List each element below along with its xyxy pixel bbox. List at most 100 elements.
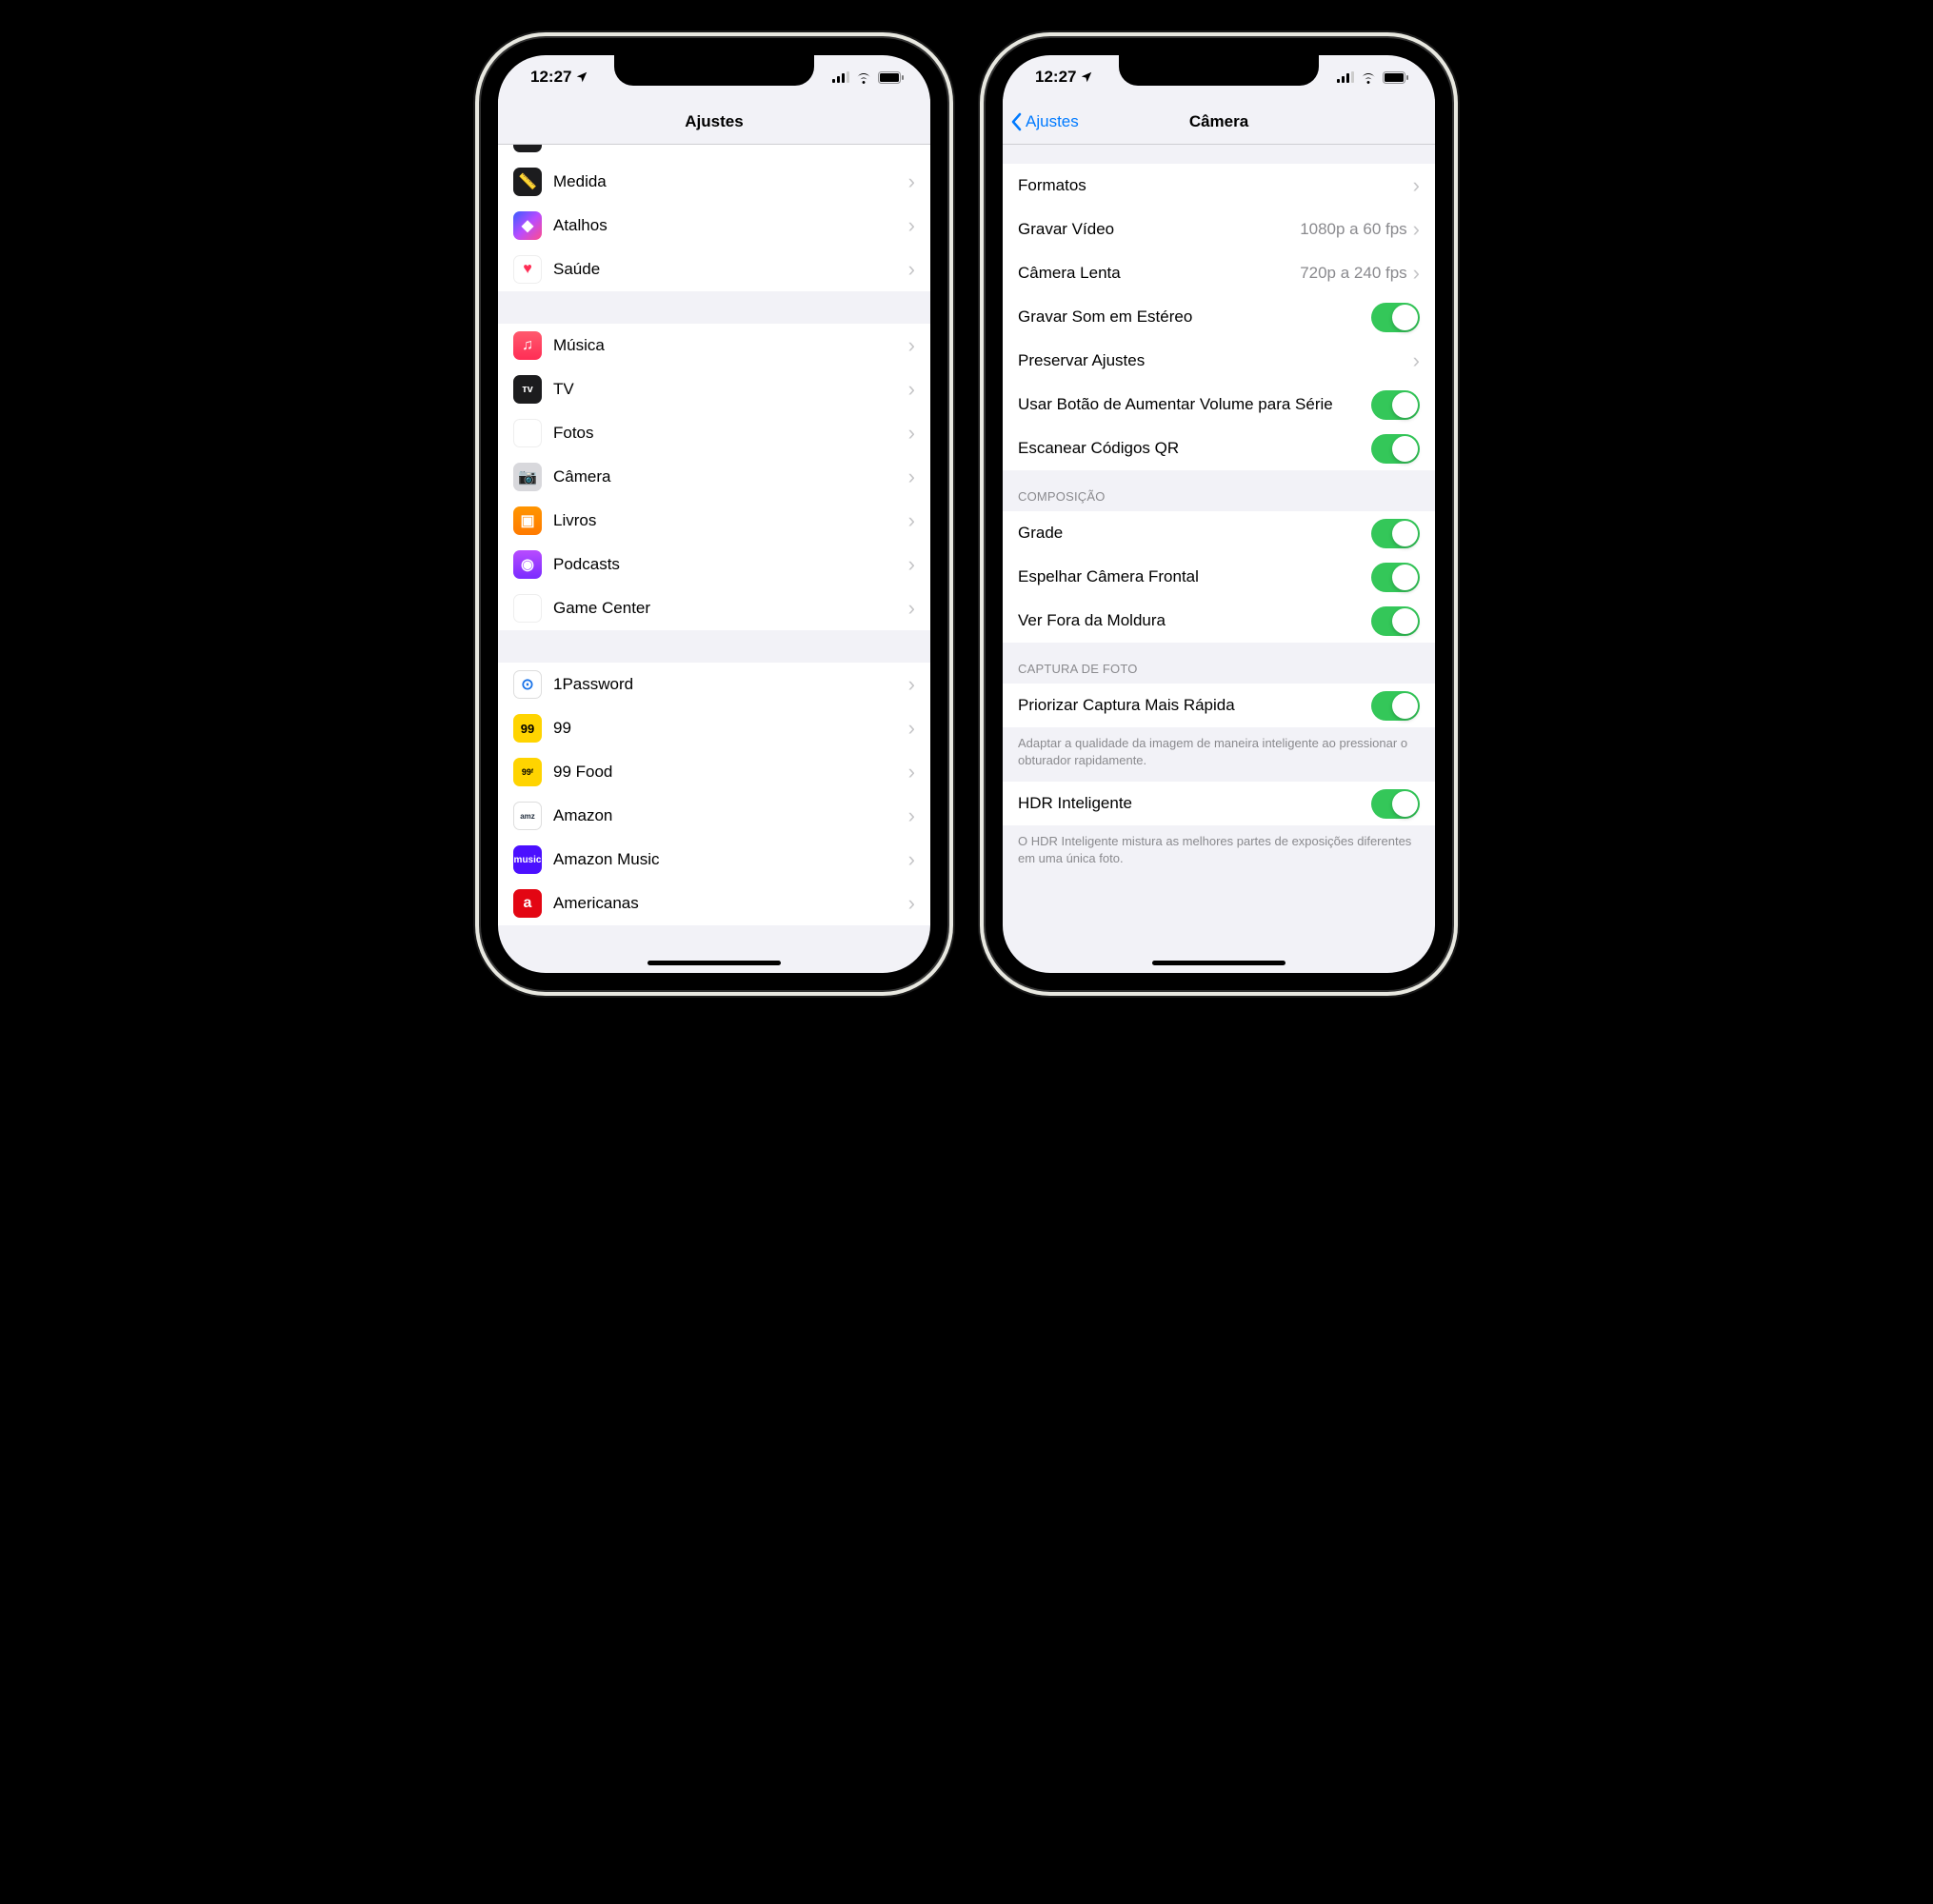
nav-bar: Ajustes Câmera [1003, 99, 1435, 145]
chevron-right-icon: › [908, 465, 915, 489]
settings-row-amz[interactable]: amzAmazon› [498, 794, 930, 838]
row-detail: 1080p a 60 fps [1300, 220, 1406, 239]
row-label: HDR Inteligente [1018, 794, 1371, 813]
section-header: CAPTURA DE FOTO [1003, 643, 1435, 684]
bussola-icon: ✦ [513, 145, 542, 152]
row-label: Escanear Códigos QR [1018, 439, 1371, 458]
atalhos-icon: ◆ [513, 211, 542, 240]
settings-row-fotos[interactable]: ✿Fotos› [498, 411, 930, 455]
camera-row[interactable]: Priorizar Captura Mais Rápida [1003, 684, 1435, 727]
section-header: COMPOSIÇÃO [1003, 470, 1435, 511]
status-time: 12:27 [1035, 68, 1076, 87]
settings-row-musica[interactable]: ♫Música› [498, 324, 930, 367]
amer-icon: a [513, 889, 542, 918]
camera-row[interactable]: Ver Fora da Moldura [1003, 599, 1435, 643]
row-label: Usar Botão de Aumentar Volume para Série [1018, 395, 1371, 414]
settings-row-livros[interactable]: ▣Livros› [498, 499, 930, 543]
back-button[interactable]: Ajustes [1010, 112, 1079, 131]
amzm-icon: music [513, 845, 542, 874]
camera-row[interactable]: Formatos› [1003, 164, 1435, 208]
toggle-switch[interactable] [1371, 434, 1420, 464]
chevron-right-icon: › [908, 169, 915, 194]
toggle-switch[interactable] [1371, 303, 1420, 332]
chevron-right-icon: › [908, 672, 915, 697]
chevron-right-icon: › [908, 552, 915, 577]
location-icon [575, 70, 588, 84]
saude-icon: ♥ [513, 255, 542, 284]
camera-row[interactable]: HDR Inteligente [1003, 782, 1435, 825]
signal-icon [1337, 71, 1354, 83]
row-label: Bússola [553, 145, 908, 148]
chevron-right-icon: › [908, 421, 915, 446]
settings-row-99[interactable]: 9999› [498, 706, 930, 750]
camera-row[interactable]: Usar Botão de Aumentar Volume para Série [1003, 383, 1435, 426]
row-label: Atalhos [553, 216, 908, 235]
settings-row-amer[interactable]: a Americanas› [498, 882, 930, 925]
99-icon: 99 [513, 714, 542, 743]
settings-row-tv[interactable]: ᴛᴠTV› [498, 367, 930, 411]
row-label: Câmera [553, 467, 908, 486]
screen: 12:27 Ajustes Câmera Formatos›Gravar Víd… [1003, 55, 1435, 973]
musica-icon: ♫ [513, 331, 542, 360]
chevron-right-icon: › [908, 760, 915, 784]
chevron-right-icon: › [908, 333, 915, 358]
settings-row-medida[interactable]: 📏Medida› [498, 160, 930, 204]
settings-row-atalhos[interactable]: ◆ Atalhos› [498, 204, 930, 248]
section-footer: Adaptar a qualidade da imagem de maneira… [1003, 727, 1435, 782]
gamecenter-icon: ● [513, 594, 542, 623]
page-title: Ajustes [685, 112, 743, 131]
camera-row[interactable]: Câmera Lenta720p a 240 fps› [1003, 251, 1435, 295]
row-label: Preservar Ajustes [1018, 351, 1413, 370]
chevron-right-icon: › [908, 847, 915, 872]
nav-bar: Ajustes [498, 99, 930, 145]
camera-row[interactable]: Grade [1003, 511, 1435, 555]
settings-row-gamecenter[interactable]: ●Game Center› [498, 586, 930, 630]
settings-row-camera[interactable]: 📷Câmera› [498, 455, 930, 499]
amz-icon: amz [513, 802, 542, 830]
toggle-switch[interactable] [1371, 563, 1420, 592]
wifi-icon [1360, 71, 1377, 84]
home-indicator[interactable] [648, 961, 781, 965]
chevron-right-icon: › [908, 891, 915, 916]
settings-row-saude[interactable]: ♥Saúde› [498, 248, 930, 291]
toggle-switch[interactable] [1371, 606, 1420, 636]
row-label: 99 [553, 719, 908, 738]
row-label: Game Center [553, 599, 908, 618]
camera-settings-list[interactable]: Formatos›Gravar Vídeo1080p a 60 fps›Câme… [1003, 145, 1435, 973]
row-label: Espelhar Câmera Frontal [1018, 567, 1371, 586]
settings-row-1pw[interactable]: ⊙1Password› [498, 663, 930, 706]
toggle-switch[interactable] [1371, 390, 1420, 420]
row-label: Formatos [1018, 176, 1413, 195]
toggle-switch[interactable] [1371, 519, 1420, 548]
livros-icon: ▣ [513, 506, 542, 535]
chevron-right-icon: › [908, 257, 915, 282]
screen: 12:27 Ajustes ✦Bússola›📏Medida›◆Atalhos›… [498, 55, 930, 973]
settings-row-bussola[interactable]: ✦ Bússola› [498, 145, 930, 160]
chevron-right-icon: › [908, 145, 915, 150]
camera-row[interactable]: Escanear Códigos QR [1003, 426, 1435, 470]
row-label: Gravar Som em Estéreo [1018, 307, 1371, 327]
wifi-icon [855, 71, 872, 84]
camera-row[interactable]: Preservar Ajustes› [1003, 339, 1435, 383]
page-title: Câmera [1189, 112, 1248, 131]
home-indicator[interactable] [1152, 961, 1285, 965]
row-label: Americanas [553, 894, 908, 913]
toggle-switch[interactable] [1371, 789, 1420, 819]
phone-right: 12:27 Ajustes Câmera Formatos›Gravar Víd… [986, 38, 1452, 990]
settings-row-amzm[interactable]: musicAmazon Music› [498, 838, 930, 882]
chevron-left-icon [1010, 112, 1022, 131]
camera-row[interactable]: Gravar Som em Estéreo [1003, 295, 1435, 339]
row-label: Gravar Vídeo [1018, 220, 1300, 239]
camera-row[interactable]: Espelhar Câmera Frontal [1003, 555, 1435, 599]
camera-row[interactable]: Gravar Vídeo1080p a 60 fps › [1003, 208, 1435, 251]
chevron-right-icon: › [1413, 261, 1420, 286]
settings-list[interactable]: ✦Bússola›📏Medida›◆Atalhos›♥Saúde›♫Música… [498, 145, 930, 973]
settings-row-podcasts[interactable]: ◉Podcasts› [498, 543, 930, 586]
chevron-right-icon: › [908, 377, 915, 402]
fotos-icon: ✿ [513, 419, 542, 447]
settings-row-99f[interactable]: 99ᶠ99 Food› [498, 750, 930, 794]
chevron-right-icon: › [1413, 217, 1420, 242]
medida-icon: 📏 [513, 168, 542, 196]
chevron-right-icon: › [908, 213, 915, 238]
toggle-switch[interactable] [1371, 691, 1420, 721]
